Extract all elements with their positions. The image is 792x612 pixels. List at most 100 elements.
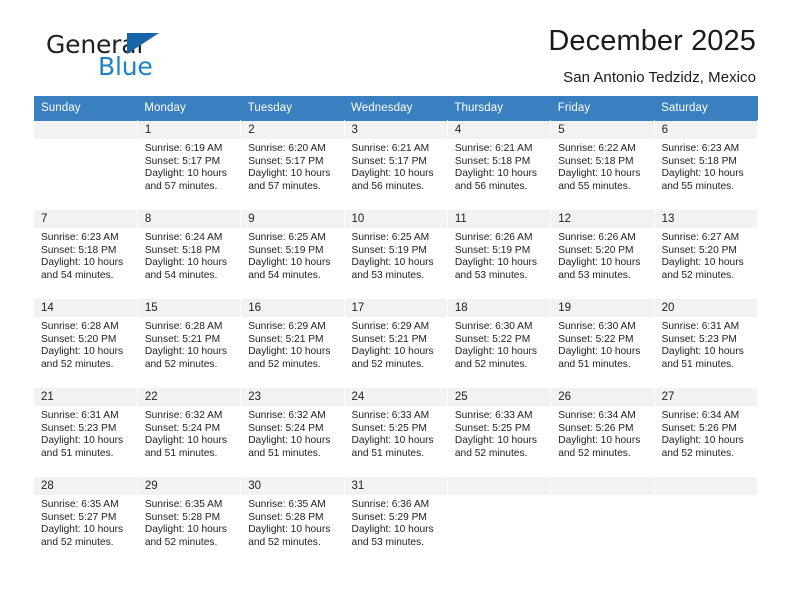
sunrise-text: Sunrise: 6:35 AM	[248, 499, 326, 510]
day-cell[interactable]: 21 Sunrise: 6:31 AM Sunset: 5:23 PM Dayligh…	[34, 387, 138, 477]
sunset-text: Sunset: 5:25 PM	[351, 422, 427, 434]
sunrise-text: Sunrise: 6:35 AM	[144, 499, 223, 510]
day-cell[interactable]: 6 Sunrise: 6:23 AM Sunset: 5:18 PM Daylight…	[654, 120, 759, 210]
day-cell[interactable]: 24 Sunrise: 6:33 AM Sunset: 5:25 PM Dayligh…	[344, 387, 448, 477]
day-cell[interactable]	[654, 476, 759, 566]
day-cell[interactable]: 5 Sunrise: 6:22 AM Sunset: 5:18 PM Daylight…	[550, 120, 655, 210]
day-cell[interactable]: 3 Sunrise: 6:21 AM Sunset: 5:17 PM Daylight…	[344, 120, 448, 210]
daylight-text: Daylight: 10 hours and 51 minutes.	[558, 346, 641, 370]
sunrise-text: Sunrise: 6:26 AM	[558, 232, 636, 243]
day-cell[interactable]: 12 Sunrise: 6:26 AM Sunset: 5:20 PM Dayligh…	[550, 209, 655, 299]
sunrise-text: Sunrise: 6:30 AM	[454, 321, 533, 332]
day-cell[interactable]: 23 Sunrise: 6:32 AM Sunset: 5:24 PM Dayligh…	[240, 387, 345, 477]
day-number: 10	[344, 210, 447, 228]
day-number: 5	[551, 121, 654, 139]
weekday-header-thursday: Thursday	[447, 96, 551, 121]
day-cell[interactable]: 13 Sunrise: 6:27 AM Sunset: 5:20 PM Dayligh…	[654, 209, 759, 299]
sunset-text: Sunset: 5:19 PM	[351, 244, 427, 256]
day-cell[interactable]: 31 Sunrise: 6:36 AM Sunset: 5:29 PM Dayligh…	[344, 476, 448, 566]
day-number: 24	[344, 388, 447, 406]
sunset-text: Sunset: 5:19 PM	[248, 244, 324, 256]
day-cell[interactable]: 8 Sunrise: 6:24 AM Sunset: 5:18 PM Daylight…	[137, 209, 242, 299]
sunset-text: Sunset: 5:28 PM	[144, 511, 221, 523]
sunset-text: Sunset: 5:21 PM	[351, 333, 427, 345]
sunset-text: Sunset: 5:20 PM	[41, 333, 117, 345]
day-cell[interactable]: 4 Sunrise: 6:21 AM Sunset: 5:18 PM Daylight…	[447, 120, 552, 210]
day-cell[interactable]: 30 Sunrise: 6:35 AM Sunset: 5:28 PM Dayligh…	[240, 476, 345, 566]
day-cell[interactable]: 17 Sunrise: 6:29 AM Sunset: 5:21 PM Dayligh…	[344, 298, 448, 388]
day-number: 7	[34, 210, 137, 228]
daylight-text: Daylight: 10 hours and 55 minutes.	[661, 168, 744, 192]
sunset-text: Sunset: 5:26 PM	[558, 422, 634, 434]
day-number: 15	[137, 299, 241, 317]
day-cell[interactable]: 28 Sunrise: 6:35 AM Sunset: 5:27 PM Dayligh…	[34, 476, 138, 566]
sunset-text: Sunset: 5:21 PM	[144, 333, 221, 345]
day-cell[interactable]: 1 Sunrise: 6:19 AM Sunset: 5:17 PM Daylight…	[137, 120, 242, 210]
sunset-text: Sunset: 5:24 PM	[144, 422, 221, 434]
day-cell[interactable]: 18 Sunrise: 6:30 AM Sunset: 5:22 PM Dayligh…	[447, 298, 552, 388]
day-cell[interactable]: 26 Sunrise: 6:34 AM Sunset: 5:26 PM Dayligh…	[550, 387, 655, 477]
sunrise-text: Sunrise: 6:28 AM	[41, 321, 119, 332]
day-number: 4	[447, 121, 551, 139]
day-cell[interactable]	[550, 476, 655, 566]
daylight-text: Daylight: 10 hours and 52 minutes.	[144, 524, 227, 548]
day-number: 20	[654, 299, 757, 317]
sunset-text: Sunset: 5:28 PM	[248, 511, 324, 523]
daylight-text: Daylight: 10 hours and 54 minutes.	[144, 257, 227, 281]
day-number: 18	[447, 299, 551, 317]
daylight-text: Daylight: 10 hours and 52 minutes.	[661, 257, 744, 281]
day-cell[interactable]: 19 Sunrise: 6:30 AM Sunset: 5:22 PM Dayligh…	[550, 298, 655, 388]
day-cell[interactable]	[447, 476, 552, 566]
day-number: 3	[344, 121, 447, 139]
day-cell[interactable]: 25 Sunrise: 6:33 AM Sunset: 5:25 PM Dayligh…	[447, 387, 552, 477]
logo-triangle-icon	[127, 33, 159, 54]
daylight-text: Daylight: 10 hours and 53 minutes.	[351, 257, 434, 281]
day-number: 23	[241, 388, 344, 406]
sunrise-text: Sunrise: 6:25 AM	[248, 232, 326, 243]
day-cell[interactable]: 22 Sunrise: 6:32 AM Sunset: 5:24 PM Dayligh…	[137, 387, 242, 477]
sunset-text: Sunset: 5:23 PM	[661, 333, 737, 345]
sunrise-text: Sunrise: 6:32 AM	[248, 410, 326, 421]
day-cell[interactable]: 2 Sunrise: 6:20 AM Sunset: 5:17 PM Daylight…	[240, 120, 345, 210]
generalblue-logo[interactable]: General Blue	[34, 26, 184, 82]
day-number: 21	[34, 388, 137, 406]
sunrise-text: Sunrise: 6:23 AM	[41, 232, 119, 243]
sunrise-text: Sunrise: 6:33 AM	[454, 410, 533, 421]
day-cell[interactable]: 9 Sunrise: 6:25 AM Sunset: 5:19 PM Daylight…	[240, 209, 345, 299]
daylight-text: Daylight: 10 hours and 56 minutes.	[351, 168, 434, 192]
sunrise-text: Sunrise: 6:23 AM	[661, 143, 740, 154]
sunset-text: Sunset: 5:18 PM	[454, 155, 531, 167]
daylight-text: Daylight: 10 hours and 53 minutes.	[454, 257, 537, 281]
day-cell[interactable]: 11 Sunrise: 6:26 AM Sunset: 5:19 PM Dayligh…	[447, 209, 552, 299]
sunset-text: Sunset: 5:24 PM	[248, 422, 324, 434]
day-number: 6	[654, 121, 757, 139]
daylight-text: Daylight: 10 hours and 51 minutes.	[661, 346, 744, 370]
sunset-text: Sunset: 5:17 PM	[144, 155, 221, 167]
day-cell[interactable]: 16 Sunrise: 6:29 AM Sunset: 5:21 PM Dayligh…	[240, 298, 345, 388]
day-number: 19	[551, 299, 654, 317]
day-cell[interactable]: 27 Sunrise: 6:34 AM Sunset: 5:26 PM Dayligh…	[654, 387, 759, 477]
sunrise-text: Sunrise: 6:25 AM	[351, 232, 430, 243]
sunset-text: Sunset: 5:18 PM	[558, 155, 634, 167]
weekday-header-monday: Monday	[137, 96, 241, 121]
day-cell[interactable]: 29 Sunrise: 6:35 AM Sunset: 5:28 PM Dayligh…	[137, 476, 242, 566]
day-cell[interactable]: 7 Sunrise: 6:23 AM Sunset: 5:18 PM Daylight…	[34, 209, 138, 299]
sunset-text: Sunset: 5:22 PM	[558, 333, 634, 345]
day-cell[interactable]: 14 Sunrise: 6:28 AM Sunset: 5:20 PM Dayligh…	[34, 298, 138, 388]
calendar-grid: Sunday Monday Tuesday Wednesday Thursday…	[34, 96, 759, 566]
day-cell[interactable]	[34, 120, 138, 210]
sunrise-text: Sunrise: 6:30 AM	[558, 321, 636, 332]
day-cell[interactable]: 20 Sunrise: 6:31 AM Sunset: 5:23 PM Dayligh…	[654, 298, 759, 388]
calendar-week-row: 28 Sunrise: 6:35 AM Sunset: 5:27 PM Dayligh…	[34, 476, 759, 566]
sunrise-text: Sunrise: 6:32 AM	[144, 410, 223, 421]
daylight-text: Daylight: 10 hours and 52 minutes.	[558, 435, 641, 459]
sunrise-text: Sunrise: 6:33 AM	[351, 410, 430, 421]
daylight-text: Daylight: 10 hours and 51 minutes.	[144, 435, 227, 459]
weekday-header-saturday: Saturday	[654, 96, 758, 121]
day-cell[interactable]: 10 Sunrise: 6:25 AM Sunset: 5:19 PM Dayligh…	[344, 209, 448, 299]
day-number: 28	[34, 477, 137, 495]
daylight-text: Daylight: 10 hours and 52 minutes.	[248, 346, 331, 370]
day-number: 14	[34, 299, 137, 317]
sunrise-text: Sunrise: 6:27 AM	[661, 232, 740, 243]
day-cell[interactable]: 15 Sunrise: 6:28 AM Sunset: 5:21 PM Dayligh…	[137, 298, 242, 388]
